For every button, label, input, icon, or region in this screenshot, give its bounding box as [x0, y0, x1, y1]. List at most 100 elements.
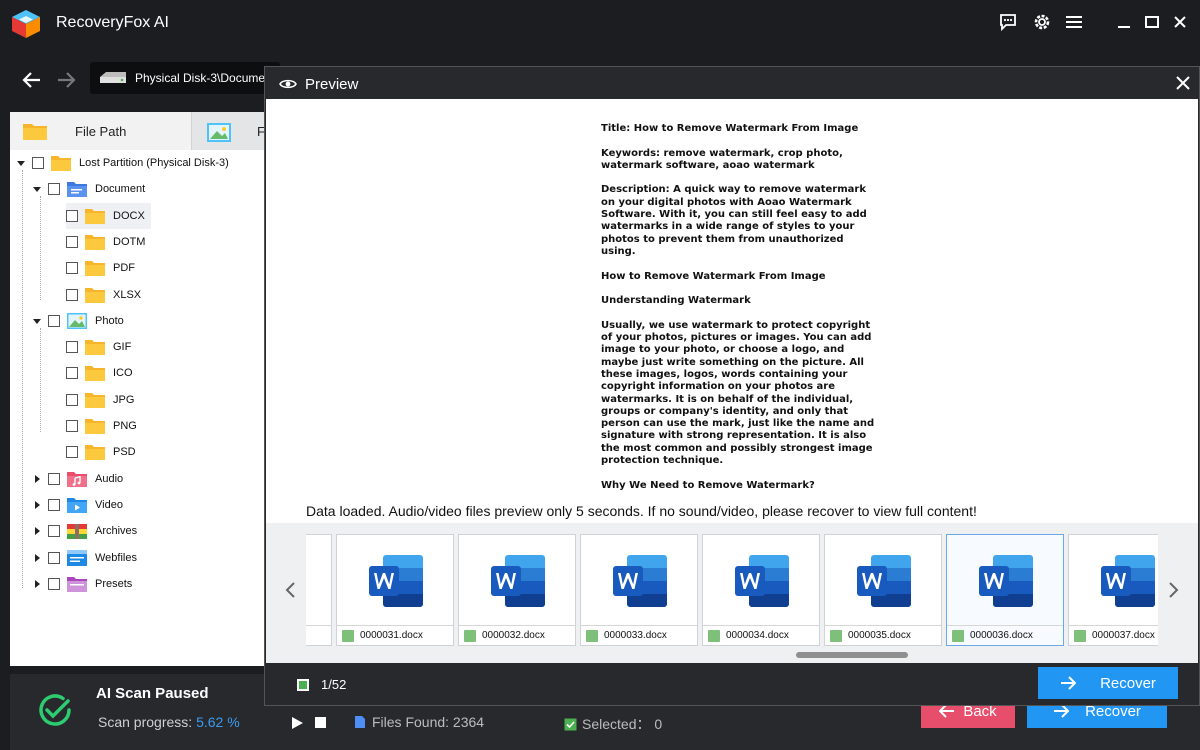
- play-icon[interactable]: [290, 716, 304, 730]
- menu-icon[interactable]: [1062, 10, 1086, 34]
- files-found-text: Files Found: 2364: [372, 714, 485, 730]
- checkbox[interactable]: [48, 551, 60, 564]
- thumbnail-item[interactable]: 0000035.docx: [824, 534, 942, 646]
- chevron-right-icon[interactable]: [1168, 581, 1180, 599]
- minimize-icon[interactable]: [1112, 10, 1136, 34]
- tree-item-label: DOCX: [113, 209, 145, 222]
- tree-item-gif[interactable]: GIF: [66, 334, 131, 360]
- maximize-icon[interactable]: [1140, 10, 1164, 34]
- tab-file-path[interactable]: File Path: [10, 112, 192, 150]
- checkbox-icon[interactable]: [464, 629, 476, 642]
- tree-item-psd[interactable]: PSD: [66, 439, 136, 465]
- checkbox[interactable]: [48, 525, 60, 538]
- tree-item-ico[interactable]: ICO: [66, 360, 133, 386]
- tree-guide-line: [40, 196, 41, 300]
- checkbox-icon[interactable]: [952, 629, 964, 642]
- thumbnail-scrollbar[interactable]: [796, 652, 908, 658]
- tree-item-dotm[interactable]: DOTM: [66, 229, 145, 255]
- thumbnail-filename: 0000032.docx: [482, 630, 545, 641]
- checkbox[interactable]: [48, 183, 60, 196]
- thumbnail-partial[interactable]: [306, 534, 332, 646]
- checkbox[interactable]: [66, 288, 78, 301]
- checkbox[interactable]: [48, 314, 60, 327]
- selected-count: Selected： 0: [564, 714, 662, 734]
- tree-item-docx[interactable]: DOCX: [66, 202, 151, 229]
- checkbox[interactable]: [66, 341, 78, 354]
- checkbox[interactable]: [66, 209, 78, 222]
- tree-item-jpg[interactable]: JPG: [66, 387, 134, 413]
- tree-item-presets[interactable]: Presets: [32, 571, 132, 597]
- checkbox[interactable]: [48, 577, 60, 590]
- tree-item-label: PDF: [113, 262, 135, 275]
- navigation-bar: Physical Disk-3\Document\DOCX: [10, 58, 280, 102]
- checkbox-icon[interactable]: [586, 629, 598, 642]
- preview-recover-button[interactable]: Recover: [1038, 667, 1178, 699]
- thumbnail-item[interactable]: 0000031.docx: [336, 534, 454, 646]
- gear-icon[interactable]: [1030, 10, 1054, 34]
- preview-recover-label: Recover: [1100, 674, 1156, 692]
- app-title: RecoveryFox AI: [56, 14, 169, 31]
- checkbox[interactable]: [48, 498, 60, 511]
- thumbnail-caption: 0000032.docx: [459, 625, 575, 645]
- word-document-icon: [735, 555, 789, 607]
- tab-file-type[interactable]: F: [193, 112, 265, 150]
- forward-arrow-icon[interactable]: [54, 68, 78, 92]
- caret-down-icon[interactable]: [32, 184, 42, 194]
- caret-right-icon[interactable]: [32, 526, 42, 536]
- checkbox[interactable]: [66, 393, 78, 406]
- page-indicator: 1/52: [297, 677, 346, 692]
- thumbnail-item[interactable]: 0000034.docx: [702, 534, 820, 646]
- tree-item-video[interactable]: Video: [32, 492, 123, 518]
- tree-item-webfiles[interactable]: Webfiles: [32, 545, 137, 571]
- path-breadcrumb[interactable]: Physical Disk-3\Document\DOCX: [90, 62, 280, 94]
- checkbox[interactable]: [32, 157, 44, 169]
- thumbnail-item[interactable]: 0000033.docx: [580, 534, 698, 646]
- checkbox-icon[interactable]: [708, 629, 720, 642]
- checkbox-icon[interactable]: [830, 629, 842, 642]
- close-icon[interactable]: [1168, 10, 1192, 34]
- checkbox-icon[interactable]: [342, 629, 354, 642]
- checkbox[interactable]: [66, 446, 78, 459]
- caret-down-icon[interactable]: [16, 158, 26, 168]
- caret-right-icon[interactable]: [32, 553, 42, 563]
- chevron-left-icon[interactable]: [284, 581, 296, 599]
- selected-text: Selected： 0: [582, 716, 663, 732]
- thumbnail-filename: 0000034.docx: [726, 630, 789, 641]
- thumbnail-item[interactable]: 0000036.docx: [946, 534, 1064, 646]
- feedback-icon[interactable]: [996, 10, 1020, 34]
- document-paragraph: Understanding Watermark: [601, 295, 751, 307]
- caret-right-icon[interactable]: [32, 474, 42, 484]
- tree-item-png[interactable]: PNG: [66, 413, 137, 439]
- caret-right-icon[interactable]: [32, 500, 42, 510]
- thumbnail-item[interactable]: 0000037.docx: [1068, 534, 1158, 646]
- checkbox-icon[interactable]: [1074, 629, 1086, 642]
- checkbox[interactable]: [66, 262, 78, 275]
- thumbnail-strip: 0000031.docx 0000032.docx 0000033.docx 0000…: [266, 523, 1198, 663]
- tree-item-photo[interactable]: Photo: [32, 308, 124, 334]
- tree-item-label: JPG: [113, 393, 135, 406]
- tree-item-label: Audio: [95, 472, 124, 485]
- thumbnail-caption: 0000034.docx: [703, 625, 819, 645]
- checkbox[interactable]: [66, 367, 78, 380]
- disk-icon: [100, 72, 126, 83]
- checkbox[interactable]: [48, 472, 60, 485]
- tree-item-document[interactable]: Document: [32, 176, 145, 202]
- tree-item-label: Presets: [95, 577, 133, 590]
- tree-item-xlsx[interactable]: XLSX: [66, 282, 141, 308]
- word-document-icon: [857, 555, 911, 607]
- checkbox[interactable]: [66, 420, 78, 432]
- caret-right-icon[interactable]: [32, 579, 42, 589]
- tree-item-archives[interactable]: Archives: [32, 518, 137, 544]
- tree-item-audio[interactable]: Audio: [32, 466, 123, 492]
- word-document-icon: [613, 555, 667, 607]
- tree-item-lost-partition-physical-disk-3[interactable]: Lost Partition (Physical Disk-3): [16, 150, 229, 176]
- close-icon[interactable]: [1175, 75, 1191, 91]
- checkbox[interactable]: [66, 235, 78, 248]
- scan-status-title: AI Scan Paused: [96, 685, 209, 702]
- preview-title: Preview: [305, 76, 359, 93]
- tree-item-pdf[interactable]: PDF: [66, 255, 135, 281]
- thumbnail-item[interactable]: 0000032.docx: [458, 534, 576, 646]
- caret-down-icon[interactable]: [32, 316, 42, 326]
- back-arrow-icon[interactable]: [20, 68, 44, 92]
- stop-icon[interactable]: [315, 717, 326, 728]
